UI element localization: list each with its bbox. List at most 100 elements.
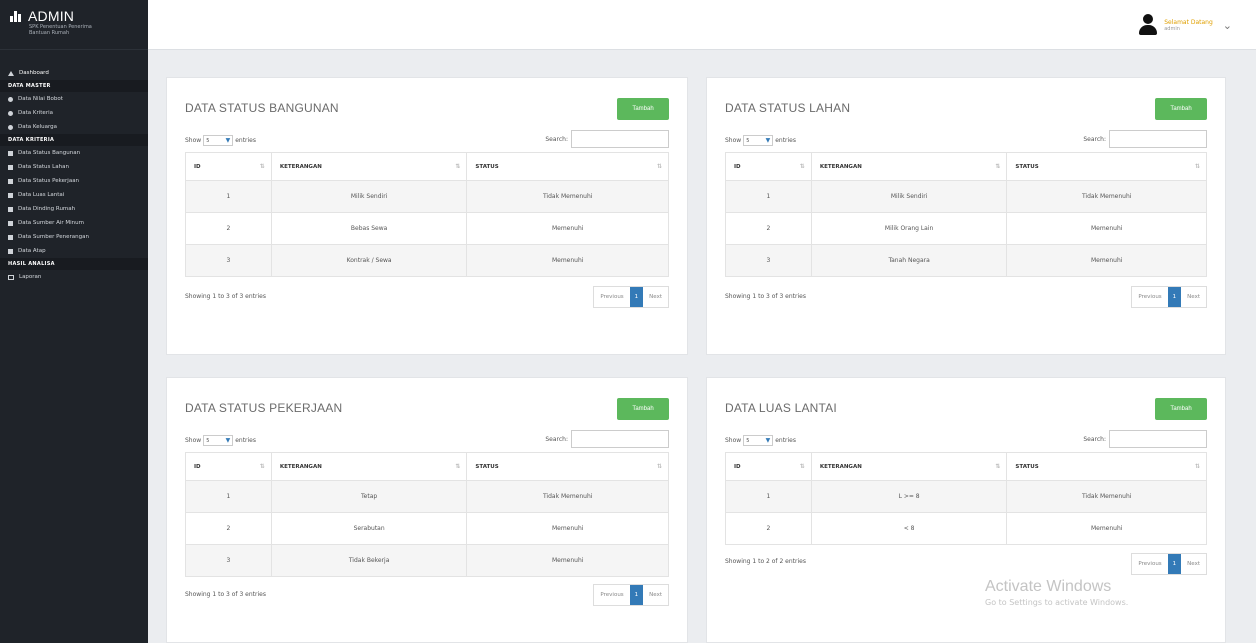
entries-value: 5 xyxy=(746,137,750,144)
sidebar-item-dashboard[interactable]: Dashboard xyxy=(0,66,148,80)
col-header-id[interactable]: ID ⇅ xyxy=(725,152,812,181)
add-button[interactable]: Tambah xyxy=(1155,398,1207,420)
menu-header-kriteria: DATA KRITERIA xyxy=(0,134,148,146)
next-button[interactable]: Next xyxy=(1181,554,1206,574)
cell-keterangan: < 8 xyxy=(810,512,1008,545)
search-input[interactable] xyxy=(1109,430,1207,448)
sidebar-item-laporan[interactable]: Laporan xyxy=(0,270,148,284)
sidebar-item-sumber-air[interactable]: Data Sumber Air Minum xyxy=(0,216,148,230)
brand[interactable]: ADMIN SPK Penentuan Penerima Bantuan Rum… xyxy=(0,0,148,50)
cell-id: 1 xyxy=(185,480,272,513)
previous-button[interactable]: Previous xyxy=(594,585,629,605)
menu-header-hasil: HASIL ANALISA xyxy=(0,258,148,270)
table-info: Showing 1 to 3 of 3 entries xyxy=(725,293,806,300)
bar-chart-icon xyxy=(10,10,24,22)
sort-icon: ⇅ xyxy=(259,463,265,470)
search-input[interactable] xyxy=(571,130,669,148)
cell-id: 3 xyxy=(185,244,272,277)
chevron-down-icon[interactable]: ⌄ xyxy=(1223,19,1232,32)
cell-id: 3 xyxy=(725,244,812,277)
col-header-id[interactable]: ID ⇅ xyxy=(725,452,812,481)
square-icon xyxy=(8,234,13,240)
col-label: KETERANGAN xyxy=(279,463,322,470)
brand-title: ADMIN xyxy=(28,8,75,24)
table-info: Showing 1 to 2 of 2 entries xyxy=(725,558,806,565)
previous-button[interactable]: Previous xyxy=(1132,287,1167,307)
col-header-status[interactable]: STATUS ⇅ xyxy=(1006,452,1207,481)
col-label: KETERANGAN xyxy=(819,463,862,470)
col-header-keterangan[interactable]: KETERANGAN ⇅ xyxy=(810,452,1008,481)
show-label: Show xyxy=(725,137,742,144)
cell-status: Memenuhi xyxy=(1006,512,1207,545)
search-control: Search: xyxy=(545,430,669,448)
col-header-status[interactable]: STATUS ⇅ xyxy=(1006,152,1207,181)
sidebar-item-status-pekerjaan[interactable]: Data Status Pekerjaan xyxy=(0,174,148,188)
table-row: 3 Tanah Negara Memenuhi xyxy=(725,244,1207,277)
pagination: Previous 1 Next xyxy=(1131,286,1207,308)
page-1-button[interactable]: 1 xyxy=(629,287,644,307)
col-header-status[interactable]: STATUS ⇅ xyxy=(466,452,669,481)
search-input[interactable] xyxy=(571,430,669,448)
col-header-id[interactable]: ID ⇅ xyxy=(185,152,272,181)
sidebar-item-luas-lantai[interactable]: Data Luas Lantai xyxy=(0,188,148,202)
search-label: Search: xyxy=(1083,435,1106,443)
col-header-id[interactable]: ID ⇅ xyxy=(185,452,272,481)
cell-status: Memenuhi xyxy=(1006,244,1207,277)
show-label: Show xyxy=(185,437,202,444)
sidebar-item-status-lahan[interactable]: Data Status Lahan xyxy=(0,160,148,174)
entries-select[interactable]: 5 ▼ xyxy=(203,435,234,446)
sidebar-item-label: Data Sumber Penerangan xyxy=(18,234,89,240)
sort-icon: ⇅ xyxy=(1194,163,1200,170)
entries-select[interactable]: 5 ▼ xyxy=(743,435,774,446)
caret-down-icon: ▼ xyxy=(765,137,771,144)
page-1-button[interactable]: 1 xyxy=(1167,287,1182,307)
home-icon xyxy=(8,70,14,76)
panel-title: DATA LUAS LANTAI xyxy=(725,401,837,415)
sidebar-item-dinding-rumah[interactable]: Data Dinding Rumah xyxy=(0,202,148,216)
sidebar-item-label: Data Keluarga xyxy=(18,124,58,130)
sidebar-item-kriteria[interactable]: Data Kriteria xyxy=(0,106,148,120)
col-header-status[interactable]: STATUS ⇅ xyxy=(466,152,669,181)
cell-status: Tidak Memenuhi xyxy=(1006,180,1207,213)
cell-keterangan: Kontrak / Sewa xyxy=(270,244,468,277)
caret-down-icon: ▼ xyxy=(225,137,231,144)
col-header-keterangan[interactable]: KETERANGAN ⇅ xyxy=(270,152,468,181)
col-header-keterangan[interactable]: KETERANGAN ⇅ xyxy=(810,152,1008,181)
add-button[interactable]: Tambah xyxy=(1155,98,1207,120)
sidebar-item-status-bangunan[interactable]: Data Status Bangunan xyxy=(0,146,148,160)
user-menu[interactable]: Selamat Datang admin ⌄ xyxy=(1138,14,1232,36)
previous-button[interactable]: Previous xyxy=(1132,554,1167,574)
sidebar-item-keluarga[interactable]: Data Keluarga xyxy=(0,120,148,134)
length-control: Show 5 ▼ entries xyxy=(725,435,796,446)
cell-keterangan: Milik Sendiri xyxy=(810,180,1008,213)
page-1-button[interactable]: 1 xyxy=(629,585,644,605)
entries-select[interactable]: 5 ▼ xyxy=(203,135,234,146)
sort-icon: ⇅ xyxy=(455,463,461,470)
add-button[interactable]: Tambah xyxy=(617,398,669,420)
entries-select[interactable]: 5 ▼ xyxy=(743,135,774,146)
col-header-keterangan[interactable]: KETERANGAN ⇅ xyxy=(270,452,468,481)
table-row: 1 Milik Sendiri Tidak Memenuhi xyxy=(725,180,1207,213)
col-label: KETERANGAN xyxy=(819,163,862,170)
previous-button[interactable]: Previous xyxy=(594,287,629,307)
search-input[interactable] xyxy=(1109,130,1207,148)
next-button[interactable]: Next xyxy=(1181,287,1206,307)
page-1-button[interactable]: 1 xyxy=(1167,554,1182,574)
data-table: ID ⇅ KETERANGAN ⇅ STATUS ⇅ 1 Milik Sendiri Ti… xyxy=(725,152,1207,277)
sidebar-item-sumber-penerangan[interactable]: Data Sumber Penerangan xyxy=(0,230,148,244)
square-icon xyxy=(8,220,13,226)
sidebar-item-label: Data Status Pekerjaan xyxy=(18,178,80,184)
pagination: Previous 1 Next xyxy=(593,286,669,308)
sidebar-item-atap[interactable]: Data Atap xyxy=(0,244,148,258)
next-button[interactable]: Next xyxy=(643,585,668,605)
sidebar-item-nilai-bobot[interactable]: Data Nilai Bobot xyxy=(0,92,148,106)
cell-status: Memenuhi xyxy=(466,544,669,577)
cell-keterangan: Tanah Negara xyxy=(810,244,1008,277)
pagination: Previous 1 Next xyxy=(593,584,669,606)
next-button[interactable]: Next xyxy=(643,287,668,307)
sort-icon: ⇅ xyxy=(995,163,1001,170)
cell-keterangan: Tetap xyxy=(270,480,468,513)
cell-keterangan: Milik Sendiri xyxy=(270,180,468,213)
entries-label: entries xyxy=(235,137,257,144)
add-button[interactable]: Tambah xyxy=(617,98,669,120)
